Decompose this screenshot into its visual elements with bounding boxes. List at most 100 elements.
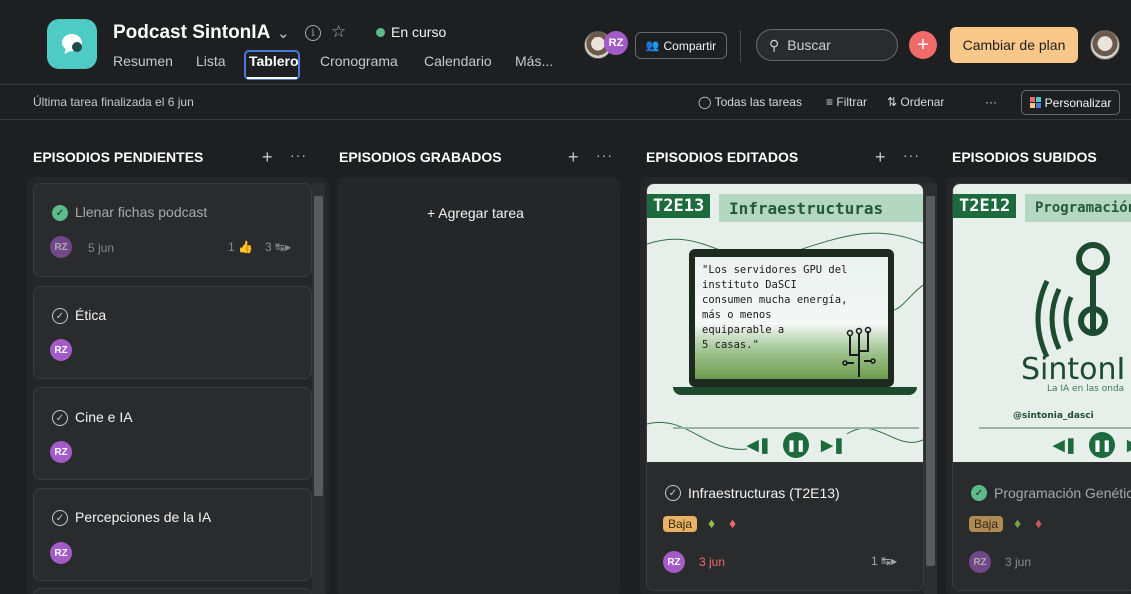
customize-button[interactable]: Personalizar	[1021, 90, 1120, 115]
sintonia-logo: SintonI	[1021, 352, 1126, 387]
add-card-icon[interactable]: +	[262, 147, 273, 168]
people-icon: 👥	[645, 40, 660, 52]
laptop-screen: "Los servidores GPU del instituto DaSCI …	[695, 257, 888, 379]
scrollbar-thumb[interactable]	[926, 196, 935, 566]
tab-lista[interactable]: Lista	[196, 53, 226, 69]
project-title[interactable]: Podcast SintonIA	[113, 22, 270, 44]
upgrade-button[interactable]: Cambiar de plan	[950, 27, 1078, 63]
task-card[interactable]: T2E12 Programación SintonI La IA en las …	[952, 183, 1131, 591]
member-avatar[interactable]: RZ	[604, 31, 628, 55]
status-dot-icon	[376, 28, 385, 37]
info-icon[interactable]: i	[305, 25, 321, 41]
assignee-avatar[interactable]: RZ	[50, 339, 72, 361]
player-progress	[673, 427, 919, 429]
filter-button[interactable]: ≡ Filtrar	[826, 95, 867, 109]
tab-calendario[interactable]: Calendario	[424, 53, 492, 69]
tag-icon[interactable]: ♦	[708, 515, 715, 531]
assignee-avatar[interactable]: RZ	[50, 236, 72, 258]
due-date: 3 jun	[1005, 555, 1032, 569]
column-menu-icon[interactable]: ···	[903, 147, 920, 163]
scrollbar-thumb[interactable]	[314, 196, 323, 496]
grid-icon	[1029, 97, 1041, 108]
last-task-info: Última tarea finalizada el 6 jun	[33, 95, 194, 109]
more-options-button[interactable]: ···	[985, 95, 997, 109]
column-title-grabados[interactable]: EPISODIOS GRABADOS	[339, 149, 502, 165]
player-controls: ◀❚ ❚❚ ▶❚	[1053, 432, 1131, 458]
assignee-avatar[interactable]: RZ	[50, 542, 72, 564]
column-menu-icon[interactable]: ···	[596, 147, 613, 163]
add-card-icon[interactable]: +	[568, 147, 579, 168]
priority-tag[interactable]: Baja	[969, 516, 1004, 532]
tab-tablero[interactable]: Tablero	[249, 53, 299, 69]
subtasks-value: 3	[265, 240, 272, 254]
column-title-subidos[interactable]: EPISODIOS SUBIDOS	[952, 149, 1097, 165]
search-input[interactable]: ⚲ Buscar	[756, 29, 898, 61]
previous-icon: ◀❚	[747, 437, 772, 454]
task-title: Cine e IA	[75, 409, 133, 425]
user-avatar[interactable]	[1090, 30, 1120, 60]
task-title: Percepciones de la IA	[75, 509, 212, 525]
column-title-pendientes[interactable]: EPISODIOS PENDIENTES	[33, 149, 203, 165]
check-circle-icon[interactable]: ✓	[52, 510, 68, 526]
check-circle-icon[interactable]: ✓	[665, 485, 681, 501]
sort-button[interactable]: ⇅ Ordenar	[887, 95, 944, 109]
column-title-editados[interactable]: EPISODIOS EDITADOS	[646, 149, 798, 165]
priority-tag[interactable]: Baja	[663, 516, 698, 532]
check-complete-icon[interactable]: ✓	[52, 205, 68, 221]
tag-icon[interactable]: ♦	[1014, 515, 1021, 531]
subtask-icon: ↹▸	[881, 554, 898, 568]
all-tasks-button[interactable]: ◯ Todas las tareas	[698, 95, 802, 109]
chevron-down-icon[interactable]: ⌄	[277, 24, 290, 42]
assignee-avatar[interactable]: RZ	[50, 441, 72, 463]
project-status[interactable]: En curso	[391, 24, 446, 40]
laptop-graphic: "Los servidores GPU del instituto DaSCI …	[689, 249, 894, 387]
tab-resumen[interactable]: Resumen	[113, 53, 173, 69]
episode-cover-title: Programación	[1025, 194, 1131, 222]
likes-count[interactable]: 1 👍	[228, 240, 253, 254]
thumbs-up-icon: 👍	[238, 240, 253, 254]
radio-antenna-logo-icon	[1035, 242, 1110, 359]
column-grabados	[337, 177, 620, 594]
create-button[interactable]: +	[909, 31, 937, 59]
pause-icon: ❚❚	[1089, 432, 1116, 458]
task-title: Infraestructuras (T2E13)	[688, 485, 840, 501]
filter-label: Filtrar	[836, 95, 868, 109]
search-icon: ⚲	[769, 36, 780, 53]
cover-image: T2E13 Infraestructuras "Los servidores G…	[647, 184, 923, 462]
check-circle-icon[interactable]: ✓	[52, 410, 68, 426]
task-title: Ética	[75, 307, 107, 323]
star-icon[interactable]: ☆	[331, 22, 346, 42]
subtask-icon: ↹▸	[275, 240, 292, 254]
episode-code: T2E13	[647, 194, 711, 218]
task-card[interactable]: ✓ Percepciones de la IA RZ	[33, 488, 312, 581]
share-label: Compartir	[663, 38, 717, 53]
task-card[interactable]	[33, 588, 312, 594]
share-button[interactable]: 👥 Compartir	[635, 32, 727, 59]
task-card[interactable]: ✓ Ética RZ	[33, 286, 312, 379]
player-progress	[979, 427, 1131, 429]
column-menu-icon[interactable]: ···	[290, 147, 307, 163]
episode-cover-title: Infraestructuras	[719, 194, 923, 222]
social-handle: @sintonia_dasci	[1013, 411, 1094, 421]
task-card[interactable]: ✓ Cine e IA RZ	[33, 387, 312, 480]
circuit-tree-icon	[842, 326, 876, 377]
add-task-button[interactable]: + Agregar tarea	[427, 205, 524, 221]
assignee-avatar[interactable]: RZ	[663, 551, 685, 573]
sort-icon: ⇅	[887, 95, 898, 109]
player-controls: ◀❚ ❚❚ ▶❚	[747, 432, 845, 458]
assignee-avatar[interactable]: RZ	[969, 551, 991, 573]
project-icon[interactable]	[47, 19, 97, 69]
tab-cronograma[interactable]: Cronograma	[320, 53, 398, 69]
tab-mas[interactable]: Más...	[515, 53, 553, 69]
task-title: Programación Genétic	[994, 485, 1131, 501]
task-card[interactable]: ✓ Llenar fichas podcast RZ 5 jun 1 👍 3 ↹…	[33, 183, 312, 277]
add-card-icon[interactable]: +	[875, 147, 886, 168]
subtask-count[interactable]: 3 ↹▸	[265, 240, 291, 254]
customize-label: Personalizar	[1044, 95, 1112, 110]
check-complete-icon[interactable]: ✓	[971, 485, 987, 501]
tag-icon[interactable]: ♦	[1035, 515, 1042, 531]
task-card[interactable]: T2E13 Infraestructuras "Los servidores G…	[646, 183, 924, 591]
check-circle-icon[interactable]: ✓	[52, 308, 68, 324]
subtask-count[interactable]: 1 ↹▸	[871, 554, 897, 568]
tag-icon[interactable]: ♦	[729, 515, 736, 531]
